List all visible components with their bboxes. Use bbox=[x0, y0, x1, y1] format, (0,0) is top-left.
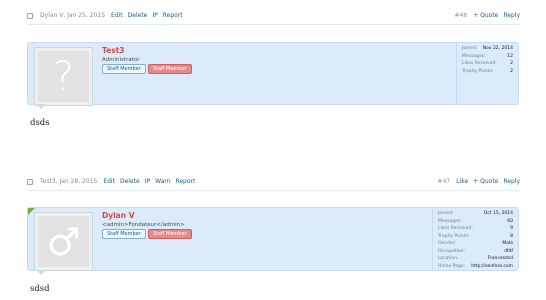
card-arrow bbox=[36, 104, 46, 109]
user-title: Administrator bbox=[102, 57, 140, 63]
reply-link[interactable]: Reply bbox=[503, 12, 520, 19]
stat-location: Location: Francesdsd bbox=[438, 256, 513, 261]
report-link[interactable]: Report bbox=[175, 178, 195, 185]
admin-badge: Staff Member bbox=[147, 229, 192, 239]
stat-trophy: Trophy Points: 2 bbox=[462, 68, 513, 74]
message-bar: Dylan V, Jan 25, 2015 Edit Delete IP Rep… bbox=[27, 7, 520, 25]
question-mark-icon: ? bbox=[52, 53, 75, 100]
stat-gender: Gender: Male bbox=[438, 241, 513, 246]
user-banners: Staff Member Staff Member bbox=[102, 229, 192, 239]
select-checkbox[interactable] bbox=[27, 12, 33, 19]
stat-messages: Messages: 12 bbox=[462, 53, 513, 59]
post-46: Dylan V, Jan 25, 2015 Edit Delete IP Rep… bbox=[0, 0, 546, 150]
stat-joined: Joined: Nov 22, 2014 bbox=[462, 46, 513, 51]
quote-link[interactable]: + Quote bbox=[473, 178, 498, 185]
post-47: Test3, Jan 28, 2015 Edit Delete IP Warn … bbox=[0, 166, 546, 300]
stat-messages: Messages: 60 bbox=[438, 218, 513, 224]
avatar-placeholder: ? bbox=[38, 51, 89, 102]
delete-link[interactable]: Delete bbox=[120, 178, 140, 185]
user-title: <admin>Fondateur</admin> bbox=[102, 222, 185, 228]
user-info: Dylan V <admin>Fondateur</admin> Staff M… bbox=[102, 211, 192, 239]
author-date: Test3, Jan 28, 2015 bbox=[40, 178, 98, 185]
warn-link[interactable]: Warn bbox=[155, 178, 170, 185]
user-card: ♂ Dylan V <admin>Fondateur</admin> Staff… bbox=[27, 207, 519, 275]
edit-link[interactable]: Edit bbox=[111, 12, 123, 19]
staff-member-badge: Staff Member bbox=[102, 229, 146, 239]
stat-likes: Likes Received: 9 bbox=[438, 226, 513, 231]
delete-link[interactable]: Delete bbox=[128, 12, 148, 19]
stat-homepage: Home Page: http://xenforo.com bbox=[438, 263, 513, 269]
message-text: dsds bbox=[30, 118, 50, 128]
card-arrow bbox=[36, 270, 46, 275]
stat-likes: Likes Received: 2 bbox=[462, 61, 513, 66]
reply-link[interactable]: Reply bbox=[503, 178, 520, 185]
message-bar: Test3, Jan 28, 2015 Edit Delete IP Warn … bbox=[27, 173, 520, 191]
message-text: sdsd bbox=[30, 284, 50, 294]
stat-occupation: Occupation: dfdf bbox=[438, 248, 513, 254]
male-icon: ♂ bbox=[46, 219, 81, 264]
avatar[interactable]: ♂ bbox=[34, 212, 93, 271]
extra-user-info: Joined: Oct 15, 2014 Messages: 60 Likes Re… bbox=[432, 208, 518, 270]
user-card: ? Test3 Administrator Staff Member Staff… bbox=[27, 42, 519, 109]
avatar[interactable]: ? bbox=[34, 47, 93, 106]
admin-badge: Staff Member bbox=[147, 64, 192, 74]
message-bar-right: #46 + Quote Reply bbox=[455, 12, 520, 19]
ip-link[interactable]: IP bbox=[152, 12, 157, 19]
avatar-placeholder: ♂ bbox=[38, 216, 89, 267]
post-number-link[interactable]: #46 bbox=[455, 12, 468, 19]
user-banners: Staff Member Staff Member bbox=[102, 64, 192, 74]
report-link[interactable]: Report bbox=[163, 12, 183, 19]
select-checkbox[interactable] bbox=[27, 178, 33, 185]
extra-user-info: Joined: Nov 22, 2014 Messages: 12 Likes Re… bbox=[456, 43, 518, 104]
quote-link[interactable]: + Quote bbox=[473, 12, 498, 19]
stat-joined: Joined: Oct 15, 2014 bbox=[438, 211, 513, 216]
like-link[interactable]: Like bbox=[456, 178, 468, 185]
username-link[interactable]: Dylan V bbox=[102, 211, 192, 220]
post-number-link[interactable]: #47 bbox=[438, 178, 451, 185]
staff-member-badge: Staff Member bbox=[102, 64, 146, 74]
username-link[interactable]: Test3 bbox=[102, 46, 192, 55]
edit-link[interactable]: Edit bbox=[103, 178, 115, 185]
user-info: Test3 Administrator Staff Member Staff M… bbox=[102, 46, 192, 74]
stat-trophy: Trophy Points: 8 bbox=[438, 233, 513, 239]
author-date: Dylan V, Jan 25, 2015 bbox=[40, 12, 106, 19]
message-bar-right: #47 Like + Quote Reply bbox=[438, 178, 520, 185]
ip-link[interactable]: IP bbox=[145, 178, 150, 185]
